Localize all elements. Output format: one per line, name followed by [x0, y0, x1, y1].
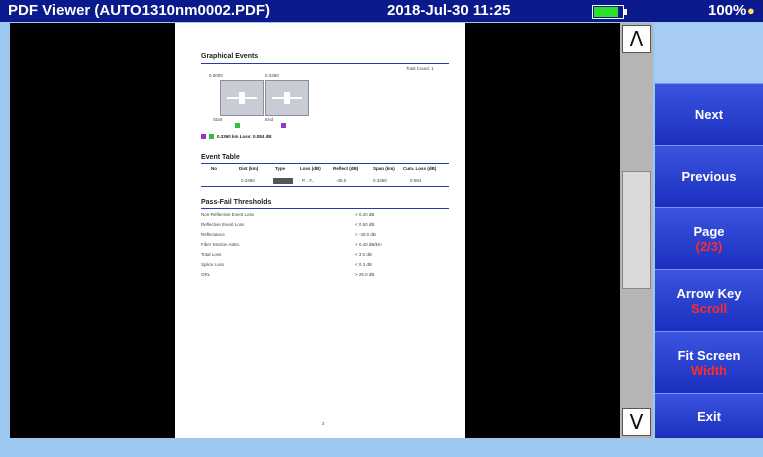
- event-b-distance: 0.3360: [265, 73, 279, 78]
- previous-label: Previous: [681, 169, 737, 184]
- title-bar: PDF Viewer (AUTO1310nm0002.PDF) 2018-Jul…: [0, 0, 763, 22]
- col-loss: Loss (dB): [300, 166, 321, 171]
- event-table-title: Event Table: [201, 154, 240, 161]
- page-number: 2: [322, 421, 325, 426]
- next-button[interactable]: Next: [655, 83, 763, 145]
- divider: [201, 163, 449, 164]
- exit-label: Exit: [697, 408, 721, 424]
- battery-icon: [592, 5, 627, 19]
- datetime: 2018-Jul-30 11:25: [387, 2, 511, 19]
- event-a-graphic: [220, 80, 264, 116]
- row-dist: 0.3360: [241, 178, 255, 183]
- pdf-page: Graphical Events Total Count: 1 0.0000 0…: [175, 23, 465, 438]
- threshold-label: Reflective Event Loss: [201, 222, 245, 227]
- col-type: Type: [275, 166, 286, 171]
- threshold-value: < 0.40 dB/km: [355, 242, 382, 247]
- row-loss: P... F..: [302, 178, 315, 183]
- col-dist: Dist (km): [239, 166, 259, 171]
- span-end-icon: [209, 134, 214, 139]
- row-reflect: -45.0: [336, 178, 347, 183]
- next-label: Next: [694, 107, 724, 122]
- divider: [201, 208, 449, 209]
- window-title: PDF Viewer (AUTO1310nm0002.PDF): [8, 2, 271, 19]
- divider: [201, 186, 449, 187]
- battery-percent: 100%: [708, 2, 747, 19]
- total-count: Total Count: 1: [406, 66, 434, 71]
- exit-button[interactable]: Exit: [655, 393, 763, 438]
- threshold-label: Reflectance: [201, 232, 225, 237]
- battery-fill: [594, 7, 618, 17]
- span-start-icon: [201, 134, 206, 139]
- col-span: Span (km): [373, 166, 395, 171]
- threshold-value: < 3.0 dB: [355, 252, 372, 257]
- pdf-viewport[interactable]: Graphical Events Total Count: 1 0.0000 0…: [10, 23, 620, 438]
- col-reflect: Reflect (dB): [333, 166, 359, 171]
- span-summary: 0.3360 km Loss: 0.084 dB: [217, 134, 272, 139]
- event-b-label: End: [265, 117, 274, 122]
- event-a-label: Start: [213, 117, 223, 122]
- softkey-panel: Next Previous Page (2/3) Arrow Key Scrol…: [655, 23, 763, 438]
- row-cum-loss: 0.084: [410, 178, 422, 183]
- arrow-key-value: Scroll: [690, 300, 728, 316]
- fit-screen-label: Fit Screen: [677, 347, 741, 363]
- scroll-down-button[interactable]: V: [622, 408, 651, 436]
- event-b-graphic: [265, 80, 309, 116]
- vertical-scrollbar[interactable]: Λ V: [620, 23, 653, 438]
- event-a-status-icon: [235, 123, 240, 128]
- threshold-value: < 0.3 dB: [355, 262, 372, 267]
- page-value: (2/3): [695, 238, 723, 254]
- lightbulb-icon: ●: [747, 3, 755, 18]
- col-cum-loss: Cum. Loss (dB): [403, 166, 437, 171]
- threshold-value: > 25.0 dB: [355, 272, 375, 277]
- event-type-icon: [273, 178, 293, 184]
- fit-screen-button[interactable]: Fit Screen Width: [655, 331, 763, 393]
- event-b-status-icon: [281, 123, 286, 128]
- page-button[interactable]: Page (2/3): [655, 207, 763, 269]
- threshold-label: Fiber Section Atten.: [201, 242, 241, 247]
- threshold-value: > -40.0 dB: [355, 232, 376, 237]
- divider: [201, 63, 449, 64]
- fit-screen-value: Width: [691, 362, 727, 378]
- scrollbar-thumb[interactable]: [622, 171, 651, 289]
- page-label: Page: [693, 223, 725, 239]
- threshold-value: < 0.50 dB: [355, 222, 375, 227]
- threshold-label: Non-Reflective Event Loss: [201, 212, 255, 217]
- softkey-header: [655, 23, 763, 83]
- threshold-label: Splice Loss: [201, 262, 225, 267]
- previous-button[interactable]: Previous: [655, 145, 763, 207]
- threshold-label: Total Loss: [201, 252, 222, 257]
- scroll-up-button[interactable]: Λ: [622, 25, 651, 53]
- row-span: 0.3360: [373, 178, 387, 183]
- threshold-label: ORL: [201, 272, 211, 277]
- event-a-distance: 0.0000: [209, 73, 223, 78]
- bottom-bar: [0, 438, 763, 457]
- graphical-events-title: Graphical Events: [201, 53, 259, 60]
- passfail-title: Pass-Fail Thresholds: [201, 199, 272, 206]
- arrow-key-label: Arrow Key: [676, 285, 742, 301]
- col-no: No: [211, 166, 217, 171]
- arrow-key-button[interactable]: Arrow Key Scroll: [655, 269, 763, 331]
- threshold-value: < 0.20 dB: [355, 212, 375, 217]
